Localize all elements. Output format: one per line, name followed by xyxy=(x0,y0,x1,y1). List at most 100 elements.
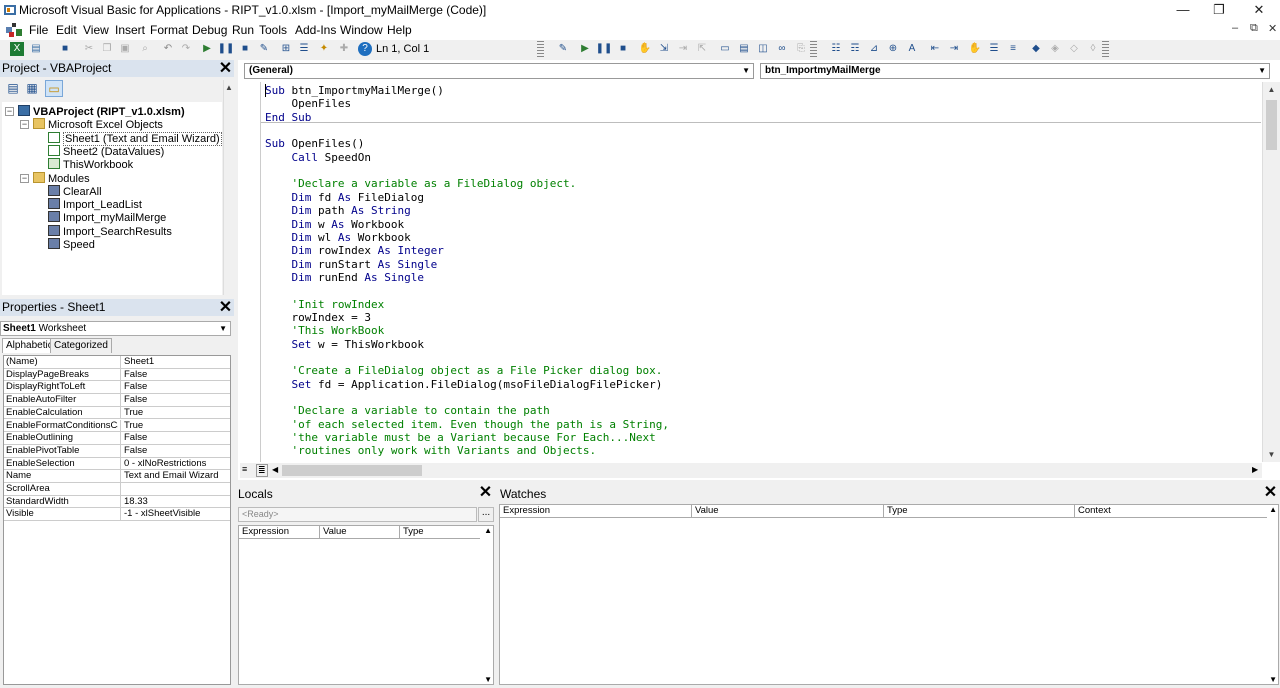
properties-close-icon[interactable]: ✕ xyxy=(218,300,233,316)
outdent-icon[interactable]: ⇥ xyxy=(947,42,961,56)
minimize-button[interactable]: — xyxy=(1164,0,1202,20)
property-row[interactable]: EnableFormatConditionsCalcuTrue xyxy=(4,419,230,433)
cut-icon[interactable]: ✂ xyxy=(82,42,96,56)
toolbar-grip-2[interactable] xyxy=(810,41,817,59)
doc-restore-button[interactable]: ⧉ xyxy=(1250,22,1258,35)
property-row[interactable]: EnableSelection 0 - xlNoRestrictions xyxy=(4,457,230,471)
code-line[interactable]: Dim runStart As Single xyxy=(265,258,438,271)
code-line[interactable]: Dim fd As FileDialog xyxy=(265,191,424,204)
code-line[interactable]: Dim rowIndex As Integer xyxy=(265,244,444,257)
menu-format[interactable]: Format xyxy=(150,23,188,37)
copy-icon[interactable]: ❐ xyxy=(100,42,114,56)
scroll-right-icon[interactable]: ▶ xyxy=(1252,465,1258,474)
code-line[interactable]: Dim path As String xyxy=(265,204,411,217)
code-vscrollbar[interactable]: ▲ ▼ xyxy=(1262,82,1280,462)
chevron-down-icon[interactable]: ▼ xyxy=(219,322,227,335)
scroll-down-icon[interactable]: ▼ xyxy=(1263,447,1280,462)
debug-break-icon[interactable]: ❚❚ xyxy=(596,42,613,56)
menu-view[interactable]: View xyxy=(83,23,109,37)
step-out-icon[interactable]: ⇱ xyxy=(695,42,709,56)
collapse-icon[interactable]: − xyxy=(20,173,29,183)
locals-list[interactable]: Expression Value Type ▲ ▼ xyxy=(238,525,494,685)
clear-bookmarks-icon[interactable]: ◊ xyxy=(1086,42,1100,56)
step-into-icon[interactable]: ⇲ xyxy=(657,42,671,56)
menu-tools[interactable]: Tools xyxy=(259,23,287,37)
object-browser-icon[interactable]: ✦ xyxy=(317,42,331,56)
step-over-icon[interactable]: ⇥ xyxy=(676,42,690,56)
scroll-up-icon[interactable]: ▲ xyxy=(1263,82,1280,97)
procedure-combo[interactable]: btn_ImportmyMailMerge ▼ xyxy=(760,63,1270,79)
tab-categorized[interactable]: Categorized xyxy=(50,338,112,353)
break-icon[interactable]: ❚❚ xyxy=(218,42,235,56)
parameter-info-icon[interactable]: ⊕ xyxy=(886,42,900,56)
tree-item-clearall[interactable]: ClearAll xyxy=(48,184,102,198)
toolbox-icon[interactable]: ✚ xyxy=(337,42,351,56)
code-line[interactable]: Set w = ThisWorkbook xyxy=(265,338,424,351)
list-properties-icon[interactable]: ☷ xyxy=(829,42,843,56)
scroll-up-icon[interactable]: ▲ xyxy=(484,526,492,535)
complete-word-icon[interactable]: A xyxy=(905,42,919,56)
uncomment-block-icon[interactable]: ≡ xyxy=(1006,42,1020,56)
immediate-window-icon[interactable]: ▤ xyxy=(737,42,751,56)
hscroll-thumb[interactable] xyxy=(282,465,422,476)
tree-item-thisworkbook[interactable]: ThisWorkbook xyxy=(48,158,133,171)
property-value[interactable]: False xyxy=(120,394,230,407)
property-row[interactable]: StandardWidth 18.33 xyxy=(4,495,230,509)
debug-run-icon[interactable]: ▶ xyxy=(578,42,592,56)
tree-item-sheet1-text-and-email-wizard[interactable]: Sheet1 (Text and Email Wizard) xyxy=(48,131,222,146)
edit-design-icon[interactable]: ✎ xyxy=(556,42,570,56)
menu-insert[interactable]: Insert xyxy=(115,23,145,37)
tree-item-sheet2-datavalues[interactable]: Sheet2 (DataValues) xyxy=(48,144,164,158)
property-row[interactable]: EnableCalculation True xyxy=(4,406,230,420)
chevron-down-icon[interactable]: ▼ xyxy=(742,64,750,78)
locals-col-expression[interactable]: Expression xyxy=(239,526,320,539)
toolbar-grip-3[interactable] xyxy=(1102,41,1109,59)
tree-item-microsoft-excel-objects[interactable]: Microsoft Excel Objects xyxy=(33,118,163,131)
menu-help[interactable]: Help xyxy=(387,23,412,37)
procedure-view-icon[interactable]: ≡ xyxy=(242,464,247,474)
menu-debug[interactable]: Debug xyxy=(192,23,227,37)
quick-watch-icon[interactable]: ∞ xyxy=(775,42,789,56)
properties-grid[interactable]: (Name) Sheet1 DisplayPageBreaks False Displa… xyxy=(3,355,231,685)
next-bookmark-icon[interactable]: ◈ xyxy=(1048,42,1062,56)
code-line[interactable]: Set fd = Application.FileDialog(msoFileD… xyxy=(265,378,663,391)
property-row[interactable]: DisplayPageBreaks False xyxy=(4,368,230,382)
view-excel-icon[interactable]: X xyxy=(10,42,24,56)
full-module-view-icon[interactable]: ≣ xyxy=(256,464,268,477)
menu-add-ins[interactable]: Add-Ins xyxy=(295,23,336,37)
breakpoint-icon[interactable]: ✋ xyxy=(968,42,982,56)
quick-info-icon[interactable]: ⊿ xyxy=(867,42,881,56)
vba-menu-icon[interactable] xyxy=(5,22,23,38)
reset-icon[interactable]: ■ xyxy=(238,42,252,56)
menu-edit[interactable]: Edit xyxy=(56,23,77,37)
doc-minimize-button[interactable]: – xyxy=(1232,22,1238,34)
locals-close-icon[interactable]: ✕ xyxy=(478,485,493,501)
property-row[interactable]: EnablePivotTable False xyxy=(4,444,230,458)
scroll-down-icon[interactable]: ▼ xyxy=(1269,675,1277,684)
watch-window-icon[interactable]: ◫ xyxy=(756,42,770,56)
code-line[interactable]: 'Init rowIndex xyxy=(265,298,384,311)
property-row[interactable]: Visible -1 - xlSheetVisible xyxy=(4,508,230,522)
tree-item-import-leadlist[interactable]: Import_LeadList xyxy=(48,198,142,211)
design-mode-icon[interactable]: ✎ xyxy=(257,42,271,56)
property-row[interactable]: EnableAutoFilter False xyxy=(4,394,230,407)
property-value[interactable]: 18.33 xyxy=(120,495,230,509)
code-line[interactable]: Dim w As Workbook xyxy=(265,218,405,231)
maximize-button[interactable]: ❐ xyxy=(1200,0,1238,20)
code-line[interactable]: 'This WorkBook xyxy=(265,324,384,337)
property-row[interactable]: Name Text and Email Wizard xyxy=(4,470,230,483)
code-line[interactable]: 'of each selected item. Even though the … xyxy=(265,418,669,431)
collapse-icon[interactable]: − xyxy=(5,107,14,116)
project-scrollbar[interactable]: ▲ xyxy=(223,80,234,295)
property-row[interactable]: EnableOutlining False xyxy=(4,432,230,445)
watches-close-icon[interactable]: ✕ xyxy=(1263,485,1278,501)
collapse-icon[interactable]: − xyxy=(20,120,29,130)
watches-col-expression[interactable]: Expression xyxy=(500,505,692,518)
scroll-thumb[interactable] xyxy=(1266,100,1277,150)
locals-window-icon[interactable]: ▭ xyxy=(718,42,732,56)
code-line[interactable]: Call SpeedOn xyxy=(265,151,371,164)
previous-bookmark-icon[interactable]: ◇ xyxy=(1067,42,1081,56)
code-line[interactable]: rowIndex = 3 xyxy=(265,311,370,324)
tree-item-import-mymailmerge[interactable]: Import_myMailMerge xyxy=(48,211,166,224)
code-margin[interactable] xyxy=(242,82,261,462)
